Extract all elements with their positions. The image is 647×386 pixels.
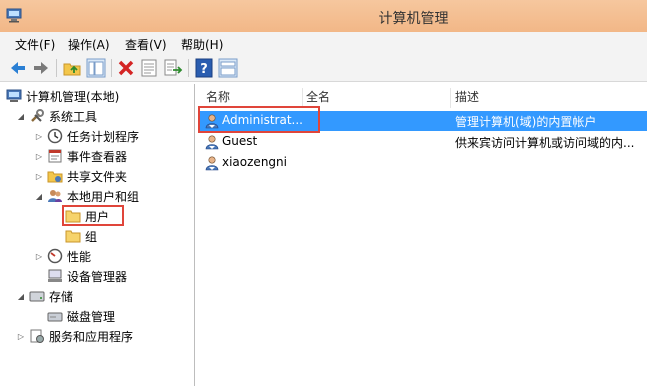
menu-bar: 文件(F) 操作(A) 查看(V) 帮助(H) bbox=[0, 32, 647, 54]
toolbar-separator bbox=[188, 59, 189, 77]
storage-icon bbox=[29, 291, 45, 302]
tree-label: 存储 bbox=[49, 289, 74, 304]
highlight-box bbox=[62, 205, 124, 226]
user-name: Guest bbox=[222, 134, 258, 148]
tree-label: 本地用户和组 bbox=[67, 189, 140, 204]
tree-item-groups[interactable]: 组 bbox=[65, 226, 97, 246]
tree-item-device-manager[interactable]: 设备管理器 bbox=[47, 266, 127, 286]
collapse-arrow-icon[interactable]: ◢ bbox=[34, 192, 44, 201]
list-item[interactable]: Guest 供来宾访问计算机或访问域的内... bbox=[199, 132, 647, 152]
tree-label: 共享文件夹 bbox=[67, 169, 128, 184]
forward-arrow-icon[interactable] bbox=[31, 58, 51, 78]
users-group-icon bbox=[48, 190, 62, 202]
highlight-box bbox=[198, 106, 320, 133]
tools-icon bbox=[31, 109, 44, 122]
menu-help[interactable]: 帮助(H) bbox=[181, 36, 223, 53]
help-icon[interactable]: ? bbox=[194, 58, 214, 78]
user-icon bbox=[205, 156, 219, 171]
tree-label: 磁盘管理 bbox=[67, 309, 116, 324]
event-viewer-icon bbox=[48, 149, 62, 163]
column-header-fullname[interactable]: 全名 bbox=[306, 88, 330, 108]
column-header-name[interactable]: 名称 bbox=[206, 88, 230, 108]
tree-label: 组 bbox=[85, 229, 98, 244]
tree-label: 事件查看器 bbox=[67, 149, 128, 164]
disk-icon bbox=[47, 312, 63, 322]
up-folder-icon[interactable] bbox=[62, 58, 82, 78]
menu-view[interactable]: 查看(V) bbox=[125, 36, 167, 53]
tree-label: 任务计划程序 bbox=[67, 129, 140, 144]
tree-item-computer-management[interactable]: 计算机管理(本地) bbox=[6, 86, 119, 106]
shared-folder-icon bbox=[47, 171, 63, 183]
tree-item-system-tools[interactable]: ◢ 系统工具 bbox=[16, 106, 97, 126]
tree-item-event-viewer[interactable]: ▷ 事件查看器 bbox=[34, 146, 127, 166]
computer-management-icon bbox=[6, 89, 22, 102]
column-divider[interactable] bbox=[302, 88, 303, 108]
device-manager-icon bbox=[48, 269, 62, 282]
folder-icon bbox=[65, 230, 81, 243]
column-divider[interactable] bbox=[450, 88, 451, 108]
user-icon bbox=[205, 135, 219, 150]
tree-item-task-scheduler[interactable]: ▷ 任务计划程序 bbox=[34, 126, 139, 146]
list-item[interactable]: xiaozengni bbox=[199, 153, 647, 173]
tree-label: 设备管理器 bbox=[67, 269, 128, 284]
delete-icon[interactable] bbox=[116, 58, 136, 78]
expand-arrow-icon[interactable]: ▷ bbox=[34, 132, 44, 141]
collapse-arrow-icon[interactable]: ◢ bbox=[16, 292, 26, 301]
tree-label: 性能 bbox=[67, 249, 92, 264]
tree-item-storage[interactable]: ◢ 存储 bbox=[16, 286, 73, 306]
svg-text:?: ? bbox=[200, 62, 208, 77]
toolbar-separator bbox=[56, 59, 57, 77]
tree-item-local-users-groups[interactable]: ◢ 本地用户和组 bbox=[34, 186, 139, 206]
services-icon bbox=[30, 329, 44, 343]
tree-item-services-apps[interactable]: ▷ 服务和应用程序 bbox=[16, 326, 133, 346]
expand-arrow-icon[interactable]: ▷ bbox=[34, 152, 44, 161]
window-title: 计算机管理 bbox=[378, 11, 449, 27]
toolbar-separator bbox=[111, 59, 112, 77]
title-bar: 计算机管理 bbox=[0, 0, 647, 32]
tree-label: 服务和应用程序 bbox=[49, 329, 134, 344]
view-options-icon[interactable] bbox=[218, 58, 238, 78]
performance-icon bbox=[47, 248, 63, 264]
tree-item-performance[interactable]: ▷ 性能 bbox=[34, 246, 91, 266]
toolbar: ? bbox=[0, 54, 647, 82]
expand-arrow-icon[interactable]: ▷ bbox=[34, 172, 44, 181]
collapse-arrow-icon[interactable]: ◢ bbox=[16, 112, 26, 121]
expand-arrow-icon[interactable]: ▷ bbox=[16, 332, 26, 341]
console-tree: 计算机管理(本地) ◢ 系统工具 ▷ 任务计划程序 ▷ 事件查看器 ▷ 共享文件… bbox=[0, 84, 195, 386]
tree-item-disk-management[interactable]: 磁盘管理 bbox=[47, 306, 115, 326]
user-name: xiaozengni bbox=[222, 155, 287, 169]
user-description: 供来宾访问计算机或访问域的内... bbox=[455, 136, 635, 150]
user-description: 管理计算机(域)的内置帐户 bbox=[455, 115, 597, 129]
menu-action[interactable]: 操作(A) bbox=[68, 36, 110, 53]
tree-label: 系统工具 bbox=[49, 109, 98, 124]
expand-arrow-icon[interactable]: ▷ bbox=[34, 252, 44, 261]
show-hide-pane-icon[interactable] bbox=[86, 58, 106, 78]
column-header-description[interactable]: 描述 bbox=[455, 88, 479, 108]
tree-item-shared-folders[interactable]: ▷ 共享文件夹 bbox=[34, 166, 127, 186]
clock-icon bbox=[47, 128, 63, 144]
menu-file[interactable]: 文件(F) bbox=[15, 36, 55, 53]
back-arrow-icon[interactable] bbox=[8, 58, 28, 78]
properties-icon[interactable] bbox=[139, 58, 159, 78]
tree-label: 计算机管理(本地) bbox=[26, 89, 120, 104]
export-list-icon[interactable] bbox=[163, 58, 183, 78]
